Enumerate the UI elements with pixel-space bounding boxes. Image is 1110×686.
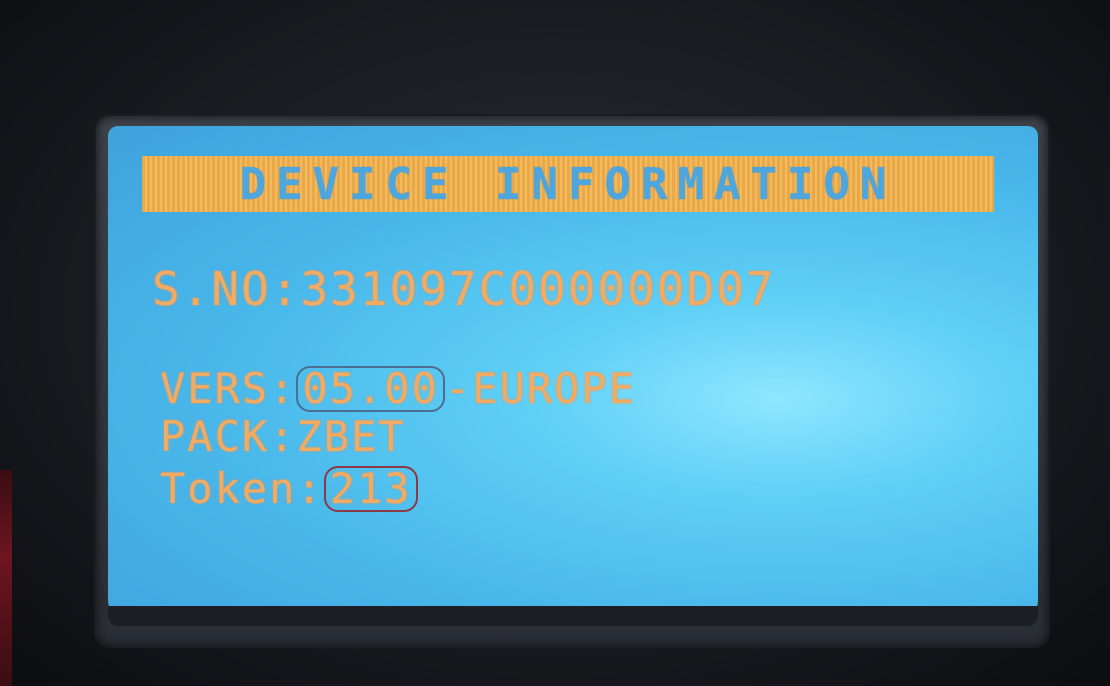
screen-title: DEVICE INFORMATION (239, 158, 897, 210)
token-line: Token: 213 (160, 466, 418, 512)
serial-number-line: S.NO:331097C000000D07 (152, 262, 776, 316)
screen-bottom-shadow (108, 606, 1038, 626)
version-value-highlight: 05.00 (296, 364, 445, 413)
version-line: VERS: 05.00 -EUROPE (160, 366, 636, 412)
header-bar: DEVICE INFORMATION (142, 156, 994, 212)
version-label: VERS: (160, 364, 297, 413)
token-label: Token: (160, 464, 324, 513)
lcd-screen: DEVICE INFORMATION S.NO:331097C000000D07… (108, 126, 1038, 622)
pack-line: PACK:ZBET (160, 412, 406, 461)
version-value: 05.00 (302, 364, 439, 413)
version-region: -EUROPE (444, 364, 636, 413)
token-value: 213 (329, 464, 412, 513)
red-case-edge (0, 470, 12, 686)
token-value-highlight: 213 (323, 464, 418, 513)
